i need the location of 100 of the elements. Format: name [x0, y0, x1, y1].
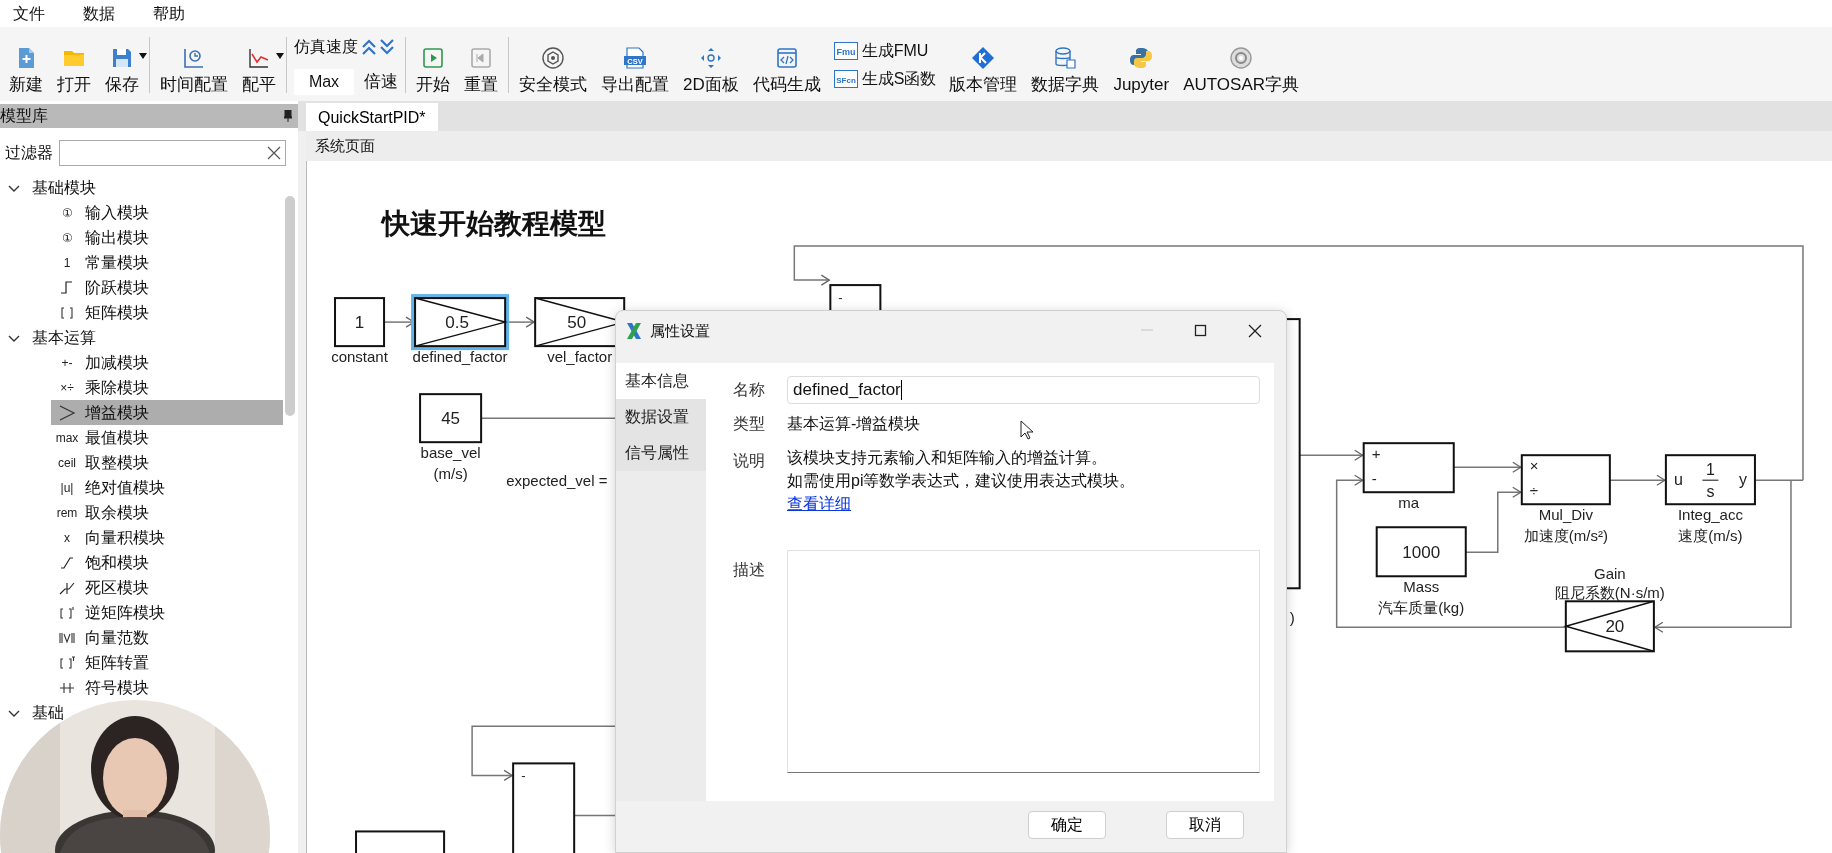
name-field[interactable]: defined_factor [787, 376, 1260, 404]
toolbar-button[interactable]: 重置 [457, 29, 505, 101]
toolbar-button[interactable]: 时间配置 [153, 29, 235, 101]
tree-item-label: 符号模块 [85, 677, 149, 698]
generate-fmu-button[interactable]: Fmu 生成FMU [833, 39, 937, 63]
dialog-nav-item[interactable]: 数据设置 [616, 399, 706, 435]
tree-item[interactable]: 矩阵转置 [51, 650, 283, 675]
annotation-text: expected_vel = [506, 472, 608, 490]
block-symbol: max [57, 429, 77, 447]
toolbar-button[interactable]: 数据字典 [1024, 29, 1107, 101]
tree-item[interactable]: 死区模块 [51, 575, 283, 600]
constant-block[interactable] [1375, 526, 1467, 578]
play-icon [421, 45, 445, 70]
menu-item[interactable]: 数据 [70, 1, 128, 26]
tree-item-label: 最值模块 [85, 427, 149, 448]
tree-item[interactable]: 逆矩阵模块 [51, 600, 283, 625]
constant-block[interactable] [334, 297, 386, 348]
toolbar-button[interactable]: 安全模式 [512, 29, 594, 101]
maximize-icon[interactable] [1194, 324, 1208, 338]
gain-block[interactable] [411, 294, 510, 351]
tree-item[interactable]: |u| 绝对值模块 [51, 475, 283, 500]
port-sign: + [1371, 445, 1381, 463]
operator-block[interactable] [512, 762, 576, 853]
tree-group[interactable]: 基础模块 [32, 175, 96, 200]
scrollbar-thumb[interactable] [285, 196, 295, 416]
document-tab[interactable]: QuickStartPID* [306, 103, 438, 131]
dialog-title: 属性设置 [650, 320, 711, 341]
block-symbol: +- [60, 354, 74, 372]
toolbar-button[interactable]: Jupyter [1106, 29, 1177, 101]
toolbar-button[interactable]: 新建 [2, 29, 50, 101]
reset-icon [469, 45, 493, 70]
gain-block[interactable] [1563, 600, 1655, 653]
tree-group[interactable]: 基础 [32, 700, 64, 725]
tree-item[interactable]: ① 输出模块 [51, 225, 283, 250]
port-label: y [1738, 471, 1747, 489]
tree-item[interactable]: ① 输入模块 [51, 200, 283, 225]
signal-line [573, 814, 616, 817]
block-label: vel_factor [547, 348, 613, 366]
generate-function-button[interactable]: SFcn 生成S函数 [833, 67, 937, 91]
menu-item[interactable]: 文件 [0, 1, 58, 26]
tree-item[interactable]: 矩阵模块 [51, 300, 283, 325]
toolbar-button[interactable]: 打开 [50, 29, 98, 101]
block-symbol: x [63, 529, 71, 547]
block-label: constant [331, 348, 388, 366]
tree-group[interactable]: 基本运算 [32, 325, 96, 350]
block-label: 汽车质量(kg) [1378, 599, 1465, 617]
toolbar-button[interactable]: AUTOSAR字典 [1176, 29, 1307, 101]
tree-item[interactable]: max 最值模块 [51, 425, 283, 450]
block-label: defined_factor [412, 348, 508, 366]
tree-item[interactable]: 1 常量模块 [51, 250, 283, 275]
filter-field[interactable] [59, 140, 286, 166]
page-title: 系统页面 [315, 135, 375, 156]
dialog-nav-item[interactable]: 基本信息 [616, 363, 706, 399]
cursor-icon [1020, 420, 1034, 440]
tree-item[interactable]: ceil 取整模块 [51, 450, 283, 475]
gain-block[interactable] [534, 297, 628, 348]
code-icon [774, 45, 799, 70]
block-label: Gain [1594, 565, 1626, 583]
function-file-icon: SFcn [833, 70, 858, 88]
bracket-icon [58, 653, 76, 672]
field-label: 说明 [733, 451, 766, 471]
port-label: u [1673, 471, 1683, 489]
tree-item[interactable]: 增益模块 [51, 400, 283, 425]
details-link[interactable]: 查看详细 [787, 492, 851, 516]
toolbar-button[interactable]: 开始 [409, 29, 457, 101]
block[interactable] [355, 830, 446, 853]
toolbar-button[interactable]: 代码生成 [745, 29, 828, 101]
tree-item[interactable]: 符号模块 [51, 675, 283, 700]
filter-label: 过滤器 [5, 143, 53, 163]
block-label: Mass [1403, 578, 1440, 596]
tree-item-label: 输出模块 [85, 227, 149, 248]
tree-item[interactable]: 饱和模块 [51, 550, 283, 575]
tree-item[interactable]: 向量范数 [51, 625, 283, 650]
double-up-arrow-icon [362, 39, 376, 55]
speed-button[interactable]: 倍速 [364, 71, 398, 93]
field-label: 描述 [733, 559, 766, 580]
gear-icon [541, 45, 565, 70]
menu-item[interactable]: 帮助 [140, 1, 198, 26]
tree-item[interactable]: x 向量积模块 [51, 525, 283, 550]
tree-item[interactable]: rem 取余模块 [51, 500, 283, 525]
operator-block[interactable] [1362, 442, 1455, 494]
tree-item[interactable]: ×÷ 乘除模块 [51, 375, 283, 400]
constant-block[interactable] [419, 393, 483, 444]
block-symbol: ×÷ [59, 379, 75, 397]
block-label: (m/s) [433, 465, 468, 483]
dropdown-button[interactable]: 配平 [235, 29, 283, 101]
tree-item-label: 增益模块 [85, 402, 149, 423]
tree-item[interactable]: +- 加减模块 [51, 350, 283, 375]
dialog-nav-item[interactable]: 信号属性 [616, 435, 706, 471]
toolbar-button[interactable]: 2D面板 [676, 29, 746, 101]
dropdown-button[interactable]: 保存 [98, 29, 146, 101]
cancel-button[interactable]: 取消 [1166, 811, 1244, 839]
integrator-block[interactable] [1664, 454, 1756, 506]
close-icon[interactable] [1248, 324, 1262, 338]
operator-block[interactable] [1520, 454, 1611, 506]
toolbar-button[interactable]: 版本管理 [942, 29, 1025, 101]
speed-field[interactable]: Max [294, 69, 354, 95]
tree-item[interactable]: 阶跃模块 [51, 275, 283, 300]
ok-button[interactable]: 确定 [1028, 811, 1106, 839]
double-down-arrow-icon [380, 39, 394, 55]
